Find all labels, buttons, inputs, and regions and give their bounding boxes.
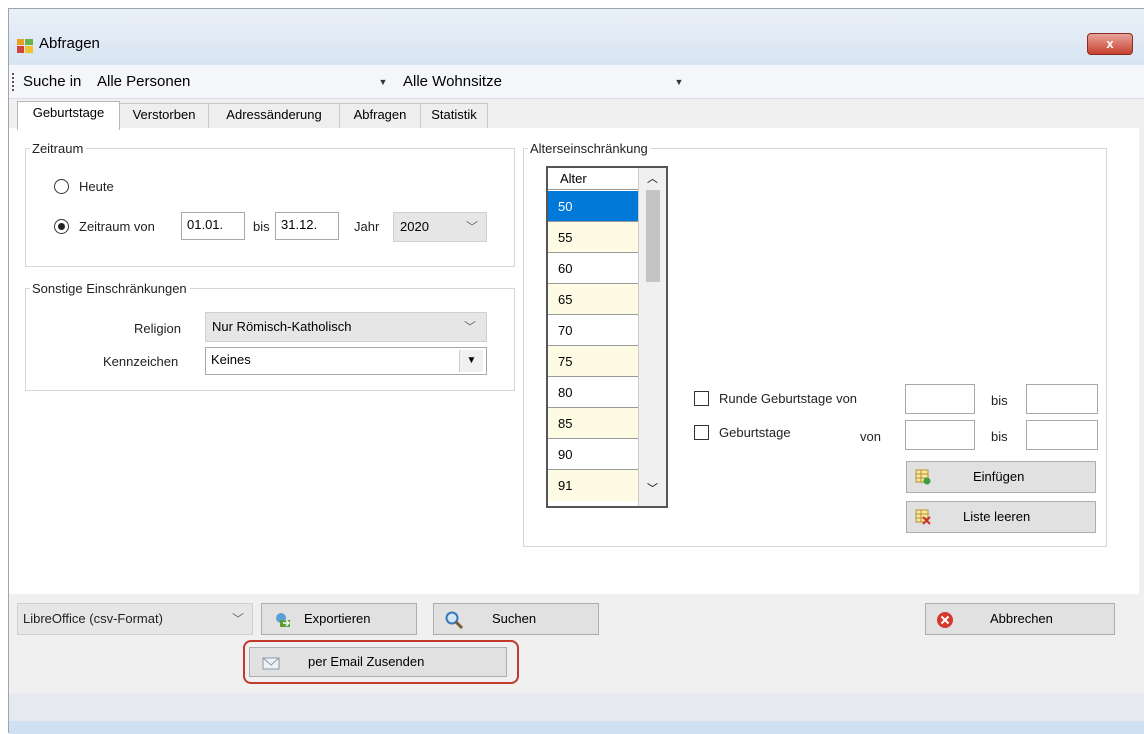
sonstige-legend: Sonstige Einschränkungen — [32, 281, 187, 296]
persons-dropdown-arrow-icon[interactable]: ▼ — [377, 75, 389, 89]
table-delete-icon — [915, 509, 931, 525]
window-title: Abfragen — [39, 35, 100, 52]
list-item-age[interactable]: 85 — [548, 408, 638, 439]
exportieren-button[interactable]: Exportieren — [261, 603, 417, 635]
runde-bis-input[interactable] — [1026, 384, 1098, 414]
kennzeichen-value: Keines — [211, 352, 251, 367]
year-select[interactable]: 2020 ﹀ — [393, 212, 487, 242]
heute-radio[interactable] — [54, 179, 69, 194]
liste-leeren-label: Liste leeren — [963, 509, 1031, 524]
dropdown-arrow-icon[interactable]: ▼ — [459, 350, 483, 372]
persons-filter-select[interactable]: Alle Personen — [97, 73, 190, 90]
jahr-label: Jahr — [354, 219, 380, 234]
list-item-age[interactable]: 65 — [548, 284, 638, 315]
runde-bis-label: bis — [991, 393, 1008, 408]
heute-label: Heute — [79, 179, 114, 194]
bis-label: bis — [253, 219, 270, 234]
date-to-input[interactable]: 31.12. — [275, 212, 339, 240]
status-bar — [9, 693, 1144, 721]
runde-geburtstage-checkbox[interactable] — [694, 391, 709, 406]
liste-leeren-button[interactable]: Liste leeren — [906, 501, 1096, 533]
tab-adressaenderung[interactable]: Adressänderung — [208, 103, 340, 128]
alter-legend: Alterseinschränkung — [530, 141, 648, 156]
geburtstage-von-label: von — [860, 429, 881, 444]
geburtstage-bis-input[interactable] — [1026, 420, 1098, 450]
window-bottom-edge — [9, 721, 1144, 734]
list-item-age[interactable]: 90 — [548, 439, 638, 470]
religion-value: Nur Römisch-Katholisch — [212, 319, 352, 334]
list-item-age[interactable]: 70 — [548, 315, 638, 346]
runde-von-input[interactable] — [905, 384, 975, 414]
kennzeichen-label: Kennzeichen — [103, 354, 179, 369]
tab-geburtstage[interactable]: Geburtstage — [17, 101, 120, 130]
zeitraum-von-label: Zeitraum von — [79, 219, 155, 234]
table-add-icon — [915, 469, 931, 485]
geburtstage-checkbox[interactable] — [694, 425, 709, 440]
list-item-age[interactable]: 91 — [548, 470, 638, 501]
list-item-age[interactable]: 80 — [548, 377, 638, 408]
geburtstage-von-input[interactable] — [905, 420, 975, 450]
zeitraum-legend: Zeitraum — [32, 141, 84, 156]
chevron-down-icon: ﹀ — [232, 612, 245, 626]
einfuegen-label: Einfügen — [973, 469, 1025, 484]
residence-filter-select[interactable]: Alle Wohnsitze — [403, 73, 502, 90]
suchen-button[interactable]: Suchen — [433, 603, 599, 635]
year-value: 2020 — [400, 219, 429, 234]
suche-in-label: Suche in — [23, 73, 82, 90]
chevron-down-icon: ﹀ — [464, 320, 477, 334]
scroll-down-icon[interactable]: ﹀ — [647, 480, 658, 496]
scroll-up-icon[interactable]: ︿ — [647, 170, 658, 186]
list-item-age-selected[interactable]: 50 — [548, 191, 638, 222]
list-item-age[interactable]: 55 — [548, 222, 638, 253]
tab-abfragen[interactable]: Abfragen — [339, 103, 421, 128]
einfuegen-button[interactable]: Einfügen — [906, 461, 1096, 493]
geburtstage-label: Geburtstage — [719, 425, 791, 440]
title-bar: Abfragen x — [9, 9, 1144, 65]
toolbar-grip-icon[interactable] — [12, 73, 15, 91]
scrollbar-thumb[interactable] — [646, 190, 660, 282]
zeitraum-group: Zeitraum — [25, 141, 515, 267]
residence-dropdown-arrow-icon[interactable]: ▼ — [673, 75, 685, 89]
tab-panel-geburtstage: Zeitraum Heute Zeitraum von 01.01. bis 3… — [9, 128, 1139, 594]
export-format-select[interactable]: LibreOffice (csv-Format) ﹀ — [17, 603, 253, 635]
runde-geburtstage-label: Runde Geburtstage von — [719, 391, 858, 406]
query-window: Abfragen x Suche in Alle Personen ▼ Alle… — [8, 8, 1144, 734]
email-button-highlight — [243, 640, 519, 684]
list-item-age[interactable]: 60 — [548, 253, 638, 284]
close-button[interactable]: x — [1087, 33, 1133, 55]
suchen-label: Suchen — [492, 611, 537, 626]
chevron-down-icon: ﹀ — [466, 220, 479, 234]
religion-label: Religion — [134, 321, 181, 336]
search-toolbar: Suche in Alle Personen ▼ Alle Wohnsitze … — [9, 65, 1144, 99]
zeitraum-radio[interactable] — [54, 219, 69, 234]
geburtstage-bis-label: bis — [991, 429, 1008, 444]
religion-select[interactable]: Nur Römisch-Katholisch ﹀ — [205, 312, 487, 342]
exportieren-label: Exportieren — [304, 611, 371, 626]
kennzeichen-select[interactable]: Keines ▼ — [205, 347, 487, 375]
export-icon — [276, 613, 290, 627]
tab-verstorben[interactable]: Verstorben — [119, 103, 209, 128]
date-from-input[interactable]: 01.01. — [181, 212, 245, 240]
search-icon — [445, 611, 464, 630]
app-icon — [17, 39, 33, 53]
abbrechen-label: Abbrechen — [990, 611, 1053, 626]
age-list-header: Alter — [548, 168, 638, 190]
list-item-age[interactable]: 75 — [548, 346, 638, 377]
export-format-value: LibreOffice (csv-Format) — [23, 611, 163, 626]
age-list-scrollbar[interactable]: ︿ ﹀ — [638, 168, 666, 506]
tab-statistik[interactable]: Statistik — [420, 103, 488, 128]
abbrechen-button[interactable]: Abbrechen — [925, 603, 1115, 635]
cancel-icon — [937, 612, 953, 628]
age-list[interactable]: Alter 50 55 60 65 70 75 80 85 90 91 ︿ ﹀ — [546, 166, 668, 508]
